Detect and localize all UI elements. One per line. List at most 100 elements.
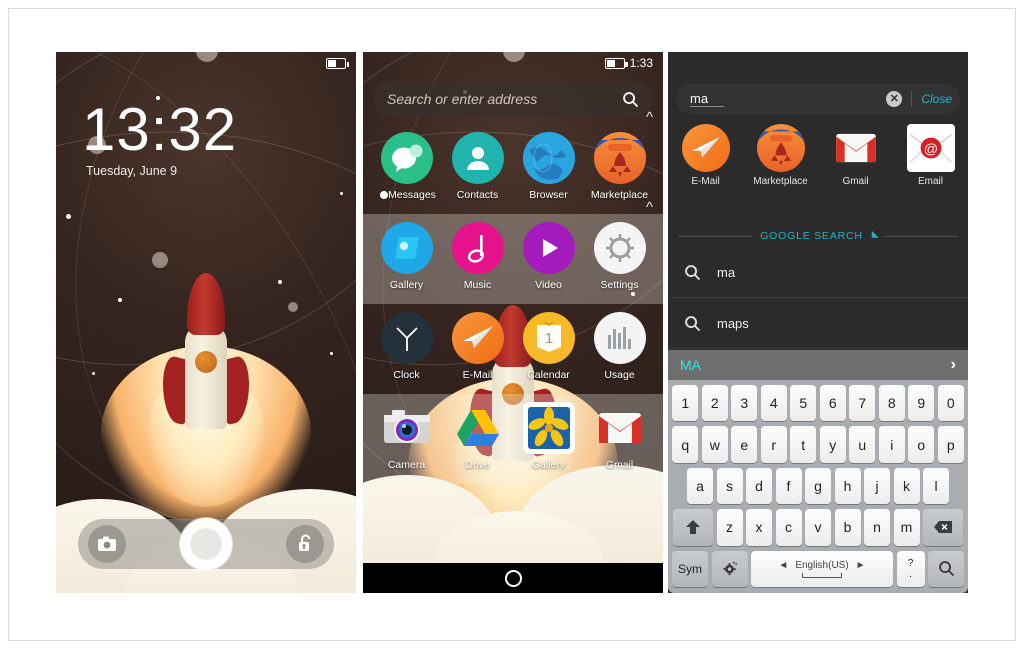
app-gallery-photos[interactable]: Gallery — [516, 402, 582, 471]
key-5[interactable]: 5 — [790, 385, 817, 422]
app-music[interactable]: Music — [445, 222, 511, 291]
key-f[interactable]: f — [775, 467, 802, 505]
unlock-handle[interactable] — [180, 518, 232, 570]
search-icon[interactable] — [622, 91, 639, 108]
key-k[interactable]: k — [893, 467, 920, 505]
result-label: Email — [917, 176, 943, 187]
camera-shortcut-button[interactable] — [88, 525, 126, 563]
key-9[interactable]: 9 — [908, 385, 935, 422]
unlock-slider[interactable] — [78, 518, 334, 570]
app-usage[interactable]: Usage — [587, 312, 653, 381]
triangle-right-icon[interactable]: ► — [856, 560, 866, 571]
key-y[interactable]: y — [819, 426, 846, 463]
key-g[interactable]: g — [805, 467, 831, 505]
key-i[interactable]: i — [878, 426, 905, 463]
chevron-up-icon[interactable]: ^ — [646, 110, 653, 125]
shift-arrow-icon[interactable] — [673, 509, 713, 546]
app-label: Messages — [388, 189, 436, 201]
key-0[interactable]: 0 — [937, 385, 964, 422]
app-calendar[interactable]: 1 Calendar — [516, 312, 582, 381]
key-b[interactable]: b — [834, 509, 861, 546]
result-app-email[interactable]: E-Mail — [674, 124, 738, 202]
search-field-container[interactable]: ma ✕ Close — [676, 84, 960, 114]
app-camera[interactable]: Camera — [374, 402, 440, 471]
key-6[interactable]: 6 — [819, 385, 846, 422]
suggestion-row[interactable]: ma — [668, 248, 968, 298]
app-label: Gmail — [605, 459, 634, 471]
key-l[interactable]: l — [923, 467, 949, 505]
key-8[interactable]: 8 — [878, 385, 905, 422]
app-label: Music — [463, 279, 492, 291]
gear-icon — [593, 222, 646, 274]
search-input[interactable]: ma — [690, 91, 724, 107]
key-c[interactable]: c — [775, 509, 802, 546]
key-n[interactable]: n — [864, 509, 890, 546]
app-settings[interactable]: Settings — [587, 222, 653, 291]
key-1[interactable]: 1 — [672, 385, 699, 422]
triangle-collapse-icon[interactable] — [867, 230, 879, 242]
app-browser[interactable]: Browser — [516, 132, 582, 201]
app-label: Usage — [604, 369, 635, 381]
keyboard-search-enter-key[interactable] — [928, 550, 964, 588]
sym-key[interactable]: Sym — [672, 550, 708, 588]
result-app-email-at[interactable]: @ Email — [899, 124, 963, 202]
close-button[interactable]: Close — [921, 92, 952, 106]
punctuation-key[interactable]: ? . — [896, 550, 925, 588]
result-app-marketplace[interactable]: Marketplace — [749, 124, 813, 202]
key-z[interactable]: z — [716, 509, 743, 546]
key-r[interactable]: r — [760, 426, 787, 463]
key-4[interactable]: 4 — [760, 385, 787, 422]
key-d[interactable]: d — [746, 467, 772, 505]
key-p[interactable]: p — [937, 426, 964, 463]
key-w[interactable]: w — [701, 426, 728, 463]
app-email[interactable]: E-Mail — [445, 312, 511, 381]
app-drive[interactable]: Drive — [445, 402, 511, 471]
key-v[interactable]: v — [805, 509, 831, 546]
search-bar[interactable]: Search or enter address — [373, 82, 653, 116]
app-marketplace[interactable]: Marketplace — [587, 132, 653, 201]
key-t[interactable]: t — [790, 426, 817, 463]
app-clock[interactable]: Clock — [374, 312, 440, 381]
usage-bars-icon — [593, 312, 646, 364]
backspace-icon[interactable] — [923, 509, 963, 546]
key-a[interactable]: a — [687, 467, 713, 505]
app-video[interactable]: Video — [516, 222, 582, 291]
key-q[interactable]: q — [672, 426, 699, 463]
key-h[interactable]: h — [834, 467, 861, 505]
keyboard-suggestion-strip[interactable]: MA › — [668, 350, 968, 380]
app-contacts[interactable]: Contacts — [445, 132, 511, 201]
triangle-left-icon[interactable]: ◄ — [778, 560, 788, 571]
clear-x-icon[interactable]: ✕ — [886, 91, 903, 107]
music-note-icon — [451, 222, 504, 274]
lockscreen-panel: 13:32 Tuesday, June 9 — [56, 52, 356, 593]
key-j[interactable]: j — [864, 467, 890, 505]
camera-icon — [98, 536, 116, 551]
unlock-button[interactable] — [286, 525, 324, 563]
keyboard-gear-icon[interactable] — [711, 550, 748, 588]
app-messages[interactable]: Messages — [374, 132, 440, 201]
gallery-icon — [380, 222, 433, 274]
space-key[interactable]: ◄ English(US) ► — [751, 550, 893, 588]
key-e[interactable]: e — [731, 426, 758, 463]
key-o[interactable]: o — [908, 426, 935, 463]
key-3[interactable]: 3 — [731, 385, 758, 422]
key-m[interactable]: m — [893, 509, 920, 546]
divider — [883, 235, 958, 237]
key-s[interactable]: s — [716, 467, 743, 505]
key-2[interactable]: 2 — [701, 385, 728, 422]
key-7[interactable]: 7 — [849, 385, 876, 422]
chevron-up-icon[interactable]: ^ — [646, 200, 653, 215]
camera-app-icon — [381, 402, 433, 454]
key-u[interactable]: u — [849, 426, 876, 463]
search-icon — [685, 316, 701, 332]
home-circle-icon[interactable] — [504, 569, 522, 587]
wallpaper-orb — [152, 252, 168, 268]
suggestion-row[interactable]: maps — [668, 299, 968, 349]
app-gmail[interactable]: Gmail — [587, 402, 653, 471]
chevron-right-icon[interactable]: › — [951, 356, 956, 374]
keyboard-suggestion-text[interactable]: MA — [680, 357, 701, 373]
wallpaper-star — [340, 192, 343, 195]
result-app-gmail[interactable]: Gmail — [824, 124, 888, 202]
key-x[interactable]: x — [746, 509, 772, 546]
app-gallery[interactable]: Gallery — [374, 222, 440, 291]
